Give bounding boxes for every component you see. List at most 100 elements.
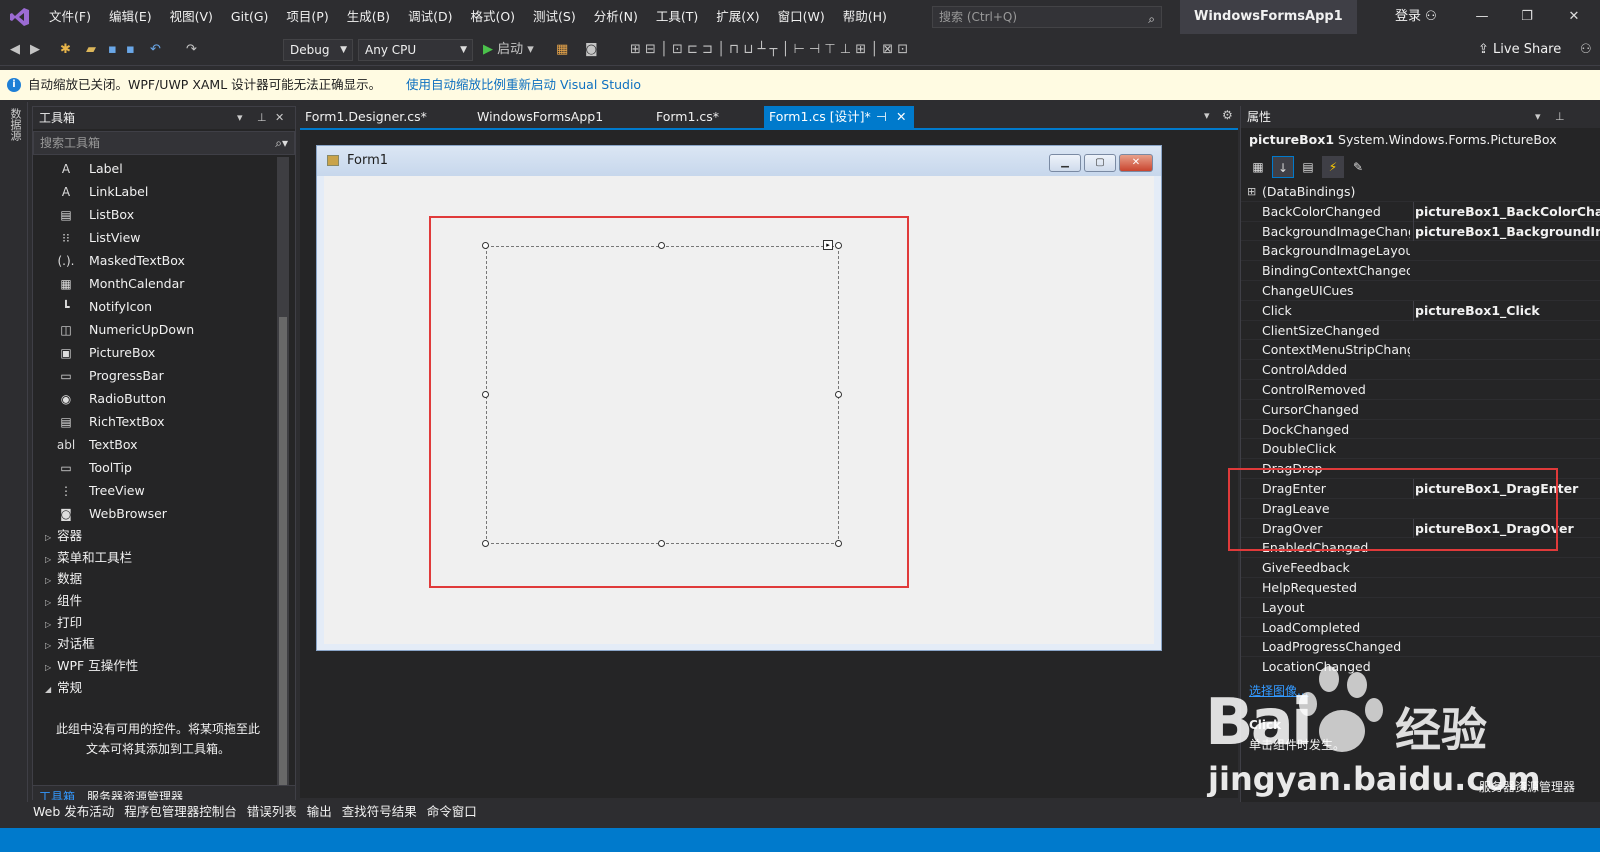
toolbox-item[interactable]: ▭ ToolTip: [33, 456, 295, 479]
property-row[interactable]: ControlRemoved: [1241, 380, 1600, 400]
toolbox-item[interactable]: (.). MaskedTextBox: [33, 249, 295, 272]
configuration-dropdown[interactable]: Debug ▼: [283, 39, 353, 61]
expand-icon[interactable]: ⊞: [1247, 182, 1256, 202]
property-row[interactable]: ContextMenuStripChanged: [1241, 340, 1600, 361]
start-button[interactable]: ▶ 启动 ▾: [483, 40, 534, 60]
minimize-button[interactable]: —: [1460, 0, 1504, 34]
pin-icon[interactable]: ⊥: [1555, 106, 1565, 128]
toolbox-group[interactable]: ▷ 菜单和工具栏: [33, 547, 295, 569]
property-row[interactable]: ChangeUICues: [1241, 281, 1600, 301]
property-row[interactable]: BackgroundImageLayoutChanged: [1241, 241, 1600, 262]
resize-handle[interactable]: [835, 540, 842, 547]
toolbox-item[interactable]: ▭ ProgressBar: [33, 364, 295, 387]
pin-icon[interactable]: ⊣: [876, 106, 887, 128]
toolbox-item[interactable]: ▤ ListBox: [33, 203, 295, 226]
bottom-tab[interactable]: 命令窗口: [422, 800, 482, 824]
browser-link-icon[interactable]: ▦: [556, 40, 568, 60]
restore-button[interactable]: ❐: [1505, 0, 1549, 34]
events-icon[interactable]: ⚡: [1322, 156, 1344, 178]
menu-item[interactable]: 扩展(X): [707, 0, 768, 34]
save-icon[interactable]: ▪: [108, 40, 117, 60]
toolbox-item[interactable]: A LinkLabel: [33, 180, 295, 203]
property-row[interactable]: DoubleClick: [1241, 439, 1600, 460]
restart-link[interactable]: 使用自动缩放比例重新启动 Visual Studio: [406, 70, 641, 100]
toolbox-item[interactable]: abl TextBox: [33, 433, 295, 456]
toolbox-group[interactable]: ▷ 对话框: [33, 633, 295, 655]
toolbox-item[interactable]: A Label: [33, 157, 295, 180]
login-link[interactable]: 登录 ⚇: [1395, 0, 1437, 34]
back-icon[interactable]: ◀: [10, 40, 20, 60]
properties-bottom-tab[interactable]: 服务器资源管理器: [1249, 778, 1575, 795]
data-sources-tab[interactable]: 数据源: [7, 108, 23, 141]
choose-image-link[interactable]: 选择图像...: [1249, 682, 1308, 699]
dropdown-icon[interactable]: ▾: [1535, 106, 1541, 128]
menu-item[interactable]: 项目(P): [277, 0, 337, 34]
bottom-tab[interactable]: Web 发布活动: [28, 800, 119, 824]
open-folder-icon[interactable]: ▰: [86, 40, 96, 60]
new-project-icon[interactable]: ✱: [60, 40, 71, 60]
close-icon[interactable]: ✕: [275, 107, 284, 129]
smart-tag-icon[interactable]: ▸: [823, 240, 833, 250]
toolbox-item[interactable]: ⋮ TreeView: [33, 479, 295, 502]
undo-icon[interactable]: ↶: [150, 40, 161, 60]
menu-item[interactable]: 调试(D): [399, 0, 461, 34]
property-row[interactable]: Layout: [1241, 598, 1600, 618]
tab-form1-design[interactable]: Form1.cs [设计]* ⊣ ✕: [764, 106, 914, 128]
toolbox-item[interactable]: ⁝⁝ ListView: [33, 226, 295, 249]
toolbox-item[interactable]: ▣ PictureBox: [33, 341, 295, 364]
property-row[interactable]: DockChanged: [1241, 420, 1600, 440]
toolbox-item[interactable]: ◫ NumericUpDown: [33, 318, 295, 341]
property-value[interactable]: pictureBox1_Click: [1413, 300, 1600, 321]
resize-handle[interactable]: [835, 391, 842, 398]
toolbox-item[interactable]: ◙ WebBrowser: [33, 502, 295, 525]
tab-list-icon[interactable]: ▾: [1204, 109, 1210, 122]
account-icon[interactable]: ⚇: [1580, 40, 1592, 60]
tab-form1-cs[interactable]: Form1.cs*: [651, 106, 763, 128]
dropdown-icon[interactable]: ▾: [237, 107, 243, 129]
scrollbar-thumb[interactable]: [279, 317, 287, 797]
property-row[interactable]: LoadCompleted: [1241, 618, 1600, 638]
property-row[interactable]: BackColorChanged pictureBox1_BackColorCha…: [1241, 201, 1600, 222]
toolbox-group[interactable]: ◢ 常规: [33, 677, 295, 699]
menu-item[interactable]: 格式(O): [461, 0, 524, 34]
screenshot-icon[interactable]: ◙: [585, 40, 598, 60]
toolbox-group[interactable]: ▷ 打印: [33, 612, 295, 634]
property-row[interactable]: HelpRequested: [1241, 578, 1600, 598]
resize-handle[interactable]: [482, 540, 489, 547]
toolbox-group[interactable]: ▷ WPF 互操作性: [33, 655, 295, 677]
bottom-tab[interactable]: 错误列表: [242, 800, 302, 824]
tab-project[interactable]: WindowsFormsApp1: [472, 106, 650, 128]
menu-item[interactable]: 编辑(E): [100, 0, 161, 34]
form-maximize-button[interactable]: ▢: [1084, 154, 1116, 172]
menu-item[interactable]: 生成(B): [338, 0, 399, 34]
property-row[interactable]: Click pictureBox1_Click: [1241, 300, 1600, 321]
property-pages-icon[interactable]: ✎: [1347, 156, 1369, 178]
resize-handle[interactable]: [482, 391, 489, 398]
close-tab-icon[interactable]: ✕: [896, 106, 906, 128]
property-value[interactable]: pictureBox1_BackColorChanged: [1413, 201, 1600, 222]
data-sources-strip[interactable]: 数据源: [0, 102, 28, 802]
picturebox1-control[interactable]: [486, 246, 839, 544]
resize-handle[interactable]: [835, 242, 842, 249]
search-input[interactable]: 搜索 (Ctrl+Q) ⌕: [932, 6, 1162, 28]
property-row[interactable]: ControlAdded: [1241, 360, 1600, 380]
menu-item[interactable]: 视图(V): [161, 0, 222, 34]
save-all-icon[interactable]: ▪: [126, 40, 135, 60]
property-row[interactable]: GiveFeedback: [1241, 558, 1600, 578]
toolbox-item[interactable]: ┗ NotifyIcon: [33, 295, 295, 318]
live-share-button[interactable]: ⇪ Live Share: [1478, 40, 1561, 60]
bottom-tab[interactable]: 查找符号结果: [337, 800, 422, 824]
menu-item[interactable]: 窗口(W): [769, 0, 834, 34]
pin-icon[interactable]: ⊥: [257, 107, 267, 129]
properties-icon[interactable]: ▤: [1297, 156, 1319, 178]
resize-handle[interactable]: [482, 242, 489, 249]
form-minimize-button[interactable]: ▁: [1049, 154, 1081, 172]
toolbox-item[interactable]: ◉ RadioButton: [33, 387, 295, 410]
toolbox-group[interactable]: ▷ 组件: [33, 590, 295, 612]
tab-designer-cs[interactable]: Form1.Designer.cs*: [300, 106, 470, 128]
categorized-icon[interactable]: ▦: [1247, 156, 1269, 178]
toolbox-item[interactable]: ▤ RichTextBox: [33, 410, 295, 433]
menu-item[interactable]: 测试(S): [524, 0, 585, 34]
property-row[interactable]: CursorChanged: [1241, 400, 1600, 420]
visual-studio-logo-icon[interactable]: [0, 0, 40, 34]
